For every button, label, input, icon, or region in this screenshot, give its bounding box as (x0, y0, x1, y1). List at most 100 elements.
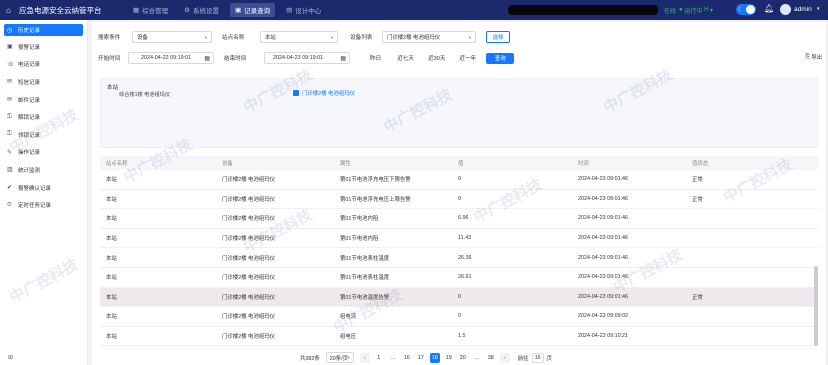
table-cell: 本站 (106, 255, 117, 262)
sidebar-item-10[interactable]: ⏲ 定时任务记录 (0, 196, 87, 214)
chevron-down-icon[interactable]: ▾ (817, 6, 820, 12)
page-button[interactable]: 1 (374, 353, 384, 363)
page-button[interactable]: 20 (458, 353, 468, 363)
sidebar-item-1[interactable]: ▣ 报警记录 (0, 38, 87, 56)
calendar-icon: ▦ (340, 56, 346, 62)
end-time-label: 结束时间 (224, 56, 247, 62)
nav-grid[interactable]: ▦ 综合管理 (128, 3, 173, 17)
table-header: 站点名称 设备 属性 值 时间 值状态 (100, 156, 818, 170)
user-name[interactable]: admin (794, 6, 812, 13)
sidebar-item-7[interactable]: ✎ 操作记录 (0, 144, 87, 162)
quick-7days[interactable]: 近七天 (397, 54, 414, 62)
sidebar-item-label: 报警确认记录 (18, 185, 52, 192)
sidebar-item-6[interactable]: ⚿ 领锁记录 (0, 126, 87, 144)
sidebar-item-label: 领锁记录 (18, 132, 41, 139)
top-bar: ⌂ 应急电源安全云纳管平台 ▦ 综合管理 ⚙ 系统设置 ▣ 记录查询 ▤ 设计中心 在线 ● … (0, 0, 828, 20)
tree-checked-item[interactable]: 门诊楼2楼 电池组玛仪 (293, 89, 355, 97)
station-select[interactable]: 本站 ▾ (260, 31, 338, 43)
select-button[interactable]: 选择 (486, 31, 510, 43)
sidebar-item-9[interactable]: ✔ 报警确认记录 (0, 179, 87, 197)
table-cell: 2024-04-23 09:01:46 (578, 293, 629, 300)
table-row[interactable]: 本站 门诊楼2楼 电池组玛仪 第01节电池表柱温度 26.61 2024-04-23 0… (100, 268, 818, 288)
tree-child[interactable]: 综合楼1楼 电池组玛仪 (119, 91, 170, 98)
avatar[interactable] (780, 4, 791, 15)
search-cond-select[interactable]: 设备 ▾ (132, 31, 212, 43)
sidebar-item-label: 解锁记录 (18, 115, 41, 122)
page-button[interactable]: 38 (486, 353, 496, 363)
quick-yesterday[interactable]: 昨日 (370, 54, 381, 62)
table-cell: 本站 (106, 334, 117, 341)
table-cell: 门诊楼2楼 电池组玛仪 (222, 236, 276, 243)
history-table: 站点名称 设备 属性值时间 值状态 本站 门诊楼2楼 电池组玛仪 第01节电池浮充电压下限… (100, 156, 818, 347)
table-cell: 第01节电池表柱温度 (340, 255, 390, 262)
table-cell: 2024-04-23 09:09:02 (578, 313, 629, 320)
table-cell: 门诊楼2楼 电池组玛仪 (222, 314, 276, 321)
device-select[interactable]: 门诊楼2楼 电池组玛仪 ▾ (382, 31, 476, 43)
tree-root[interactable]: 本站 (107, 83, 118, 91)
grid-icon: ▦ (133, 7, 140, 14)
run-status[interactable]: 运行中 (684, 6, 702, 15)
table-cell: 26.61 (458, 274, 472, 281)
sidebar-item-8[interactable]: ▥ 统计监测 (0, 161, 87, 179)
page-ellipsis[interactable]: … (388, 353, 398, 363)
table-row[interactable]: 本站 门诊楼2楼 电池组玛仪 组电压 1.5 2024-04-23 09:10:21 (100, 327, 818, 347)
device-label: 设备列表 (350, 35, 373, 41)
sidebar-icon: ✉ (7, 97, 13, 104)
table-row[interactable]: 本站 门诊楼2楼 电池组玛仪 第01节电池浮充电压上限告警 0 2024-04-23 0… (100, 190, 818, 210)
quick-1year[interactable]: 近一年 (459, 54, 476, 62)
table-row[interactable]: 本站 门诊楼2楼 电池组玛仪 第01节电池内阻 11.43 2024-04-23 09:… (100, 229, 818, 249)
redacted-bar (508, 5, 658, 15)
table-cell: 11.43 (458, 235, 472, 242)
table-cell: 1.5 (458, 333, 466, 340)
start-time-input[interactable]: 2024-04-22 09:19:01 ▦ (128, 52, 214, 64)
table-row[interactable]: 本站 门诊楼2楼 电池组玛仪 第01节电池表柱温度 26.36 2024-04-23 0… (100, 248, 818, 268)
sidebar-icon: ✉ (7, 79, 13, 86)
prev-page-button[interactable]: ‹ (359, 352, 370, 363)
collapse-icon[interactable]: ⊞ (8, 354, 13, 361)
page-button[interactable]: 17 (416, 353, 426, 363)
table-row[interactable]: 本站 门诊楼2楼 电池组玛仪 组电流 0 2024-04-23 09:09:02 (100, 307, 818, 327)
next-page-button[interactable]: › (499, 352, 510, 363)
table-cell: 组电压 (340, 334, 357, 341)
brand: ⌂ 应急电源安全云纳管平台 (0, 5, 128, 16)
sidebar-item-5[interactable]: ⚿ 解锁记录 (0, 108, 87, 126)
table-cell: 第01节电池温度告警 (340, 294, 390, 301)
sidebar-item-2[interactable]: ☏ 电话记录 (0, 56, 87, 74)
table-cell: 0 (458, 293, 461, 300)
table-cell: 本站 (106, 314, 117, 321)
sidebar-icon: ⚿ (7, 131, 12, 138)
export-button[interactable]: ⎘ 导出 (805, 53, 822, 62)
table-cell: 第01节电池表柱温度 (340, 275, 390, 282)
table-cell: 0 (458, 176, 461, 183)
table-row[interactable]: 本站 门诊楼2楼 电池组玛仪 第01节电池内阻 6.96 2024-04-23 09:0… (100, 209, 818, 229)
sidebar-item-4[interactable]: ✉ 邮件记录 (0, 91, 87, 109)
bell-icon[interactable]: 🔔︎ (764, 4, 774, 13)
sidebar-item-3[interactable]: ✉ 短信记录 (0, 73, 87, 91)
chevron-down-icon: ▾ (347, 355, 350, 360)
page-size-select[interactable]: 20条/页 ▾ (325, 352, 354, 363)
sidebar-icon: ✎ (7, 149, 13, 156)
table-cell: 2024-04-23 09:01:46 (578, 235, 629, 242)
page-ellipsis[interactable]: … (472, 353, 482, 363)
table-scrollbar[interactable] (814, 266, 818, 346)
sidebar-item-label: 定时任务记录 (18, 203, 52, 210)
query-button[interactable]: 查询 (486, 52, 515, 64)
end-time-input[interactable]: 2024-04-23 09:19:01 ▦ (264, 52, 350, 64)
sidebar-item-0[interactable]: ◷ 历史记录 (4, 24, 83, 36)
table-row[interactable]: 本站 门诊楼2楼 电池组玛仪 第01节电池温度告警 0 2024-04-23 09:01… (100, 287, 818, 308)
page-button[interactable]: 16 (402, 353, 412, 363)
nav-gear[interactable]: ⚙ 系统设置 (179, 3, 224, 17)
table-row[interactable]: 本站 门诊楼2楼 电池组玛仪 第01节电池浮充电压下限告警 0 2024-04-23 0… (100, 170, 818, 190)
nav-label: 记录查询 (244, 8, 271, 15)
nav-design[interactable]: ▤ 设计中心 (281, 3, 326, 17)
nav-label: 系统设置 (192, 8, 219, 15)
nav-record[interactable]: ▣ 记录查询 (229, 3, 276, 17)
quick-30days[interactable]: 近30天 (428, 54, 445, 62)
checkbox-checked-icon[interactable] (293, 90, 299, 96)
table-cell: 门诊楼2楼 电池组玛仪 (222, 216, 276, 223)
table-cell: 第01节电池浮充电压上限告警 (340, 196, 411, 203)
page-button[interactable]: 19 (444, 353, 454, 363)
table-cell: 2024-04-23 09:01:46 (578, 254, 629, 261)
page-button[interactable]: 18 (429, 352, 440, 363)
goto-input[interactable]: 16 (531, 352, 544, 363)
